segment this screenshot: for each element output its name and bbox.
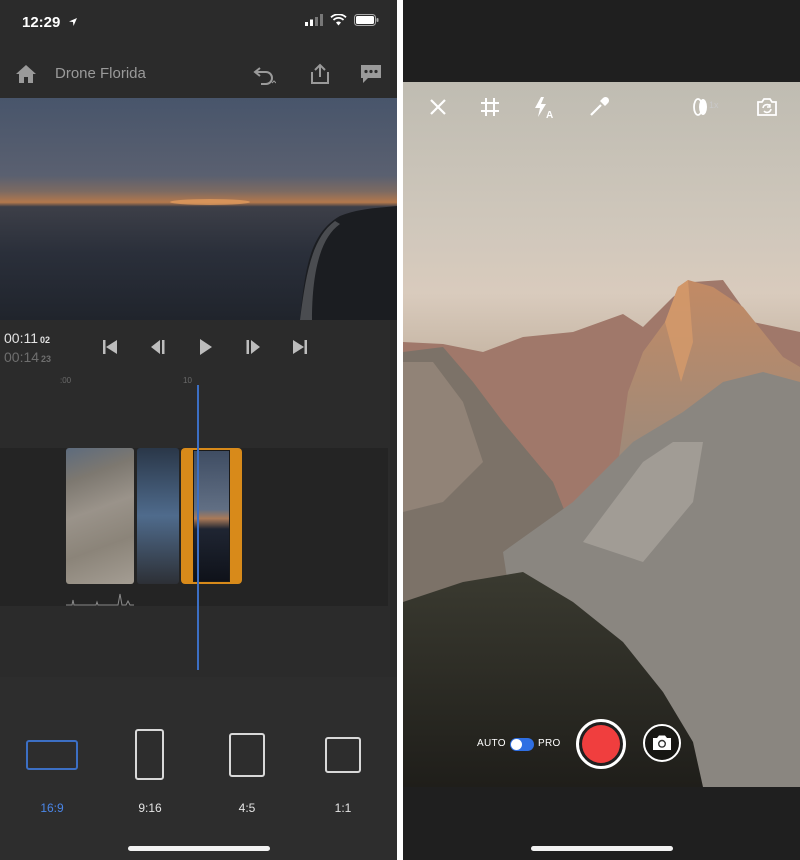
svg-text:A: A <box>546 110 553 119</box>
location-arrow-icon <box>69 18 77 26</box>
auto-pro-toggle[interactable] <box>510 738 534 751</box>
zoom-label: 1x <box>709 100 719 110</box>
home-icon[interactable] <box>14 62 38 86</box>
aspect-1-1-label: 1:1 <box>334 801 352 815</box>
aspect-ratio-panel: 16:9 9:16 4:5 1:1 <box>0 677 397 860</box>
aspect-16-9-icon <box>26 740 78 770</box>
sunset-ocean-frame <box>170 199 397 320</box>
undo-icon[interactable] <box>252 62 276 86</box>
mode-pro-label: PRO <box>538 738 561 749</box>
status-time: 12:29 <box>22 14 61 31</box>
toggle-knob <box>511 739 522 750</box>
wifi-icon <box>330 14 347 26</box>
camera-status-area <box>403 0 800 82</box>
flash-auto-icon[interactable]: A <box>531 95 555 119</box>
aspect-16-9-label: 16:9 <box>40 801 64 815</box>
play-icon[interactable] <box>195 337 215 357</box>
photo-capture-button[interactable] <box>643 724 681 762</box>
record-button[interactable] <box>576 719 626 769</box>
timeline-clip-ocean[interactable] <box>137 448 179 584</box>
aspect-4-5-icon <box>229 733 265 777</box>
ruler-mark-start: :00 <box>60 376 72 385</box>
editor-header: Drone Florida <box>0 50 397 96</box>
transport-controls <box>100 336 310 358</box>
timeline-clip-beach[interactable] <box>66 448 134 584</box>
share-icon[interactable] <box>308 62 332 86</box>
aspect-1-1-icon <box>325 737 361 773</box>
video-preview[interactable] <box>0 98 397 320</box>
next-frame-icon[interactable] <box>243 337 263 357</box>
battery-icon <box>354 14 379 26</box>
grid-icon[interactable] <box>478 95 502 119</box>
aspect-4-5-label: 4:5 <box>238 801 256 815</box>
comment-icon[interactable] <box>359 62 383 86</box>
duration-timecode: 00:14 23 <box>4 349 52 365</box>
project-title: Drone Florida <box>55 65 146 82</box>
switch-camera-icon[interactable] <box>755 95 779 119</box>
skip-to-end-icon[interactable] <box>290 337 310 357</box>
previous-frame-icon[interactable] <box>148 337 168 357</box>
close-icon[interactable] <box>426 95 450 119</box>
status-bar: 12:29 <box>0 0 397 44</box>
record-dot <box>582 725 620 763</box>
ruler-mark-10: 10 <box>183 376 192 385</box>
cellular-signal-icon <box>305 14 323 26</box>
playhead[interactable] <box>197 385 199 670</box>
skip-to-start-icon[interactable] <box>100 337 120 357</box>
camera-icon <box>653 735 671 750</box>
home-indicator[interactable] <box>128 846 270 851</box>
video-editor-screen: 12:29 Drone Florida 00:11 02 00:14 23:0… <box>0 0 397 860</box>
mode-auto-label: AUTO <box>477 738 506 749</box>
home-indicator[interactable] <box>531 846 673 851</box>
timeline-clip-selected[interactable] <box>181 448 242 584</box>
current-timecode: 00:11 02 <box>4 330 51 346</box>
eyedropper-icon[interactable] <box>587 95 611 119</box>
camera-viewfinder[interactable] <box>403 82 800 787</box>
audio-waveform <box>66 593 134 606</box>
aspect-9-16-label: 9:16 <box>138 801 162 815</box>
aspect-9-16-icon <box>135 729 164 780</box>
half-dome-scene <box>403 280 800 787</box>
camera-screen: A 1x AUTO PRO <box>403 0 800 860</box>
